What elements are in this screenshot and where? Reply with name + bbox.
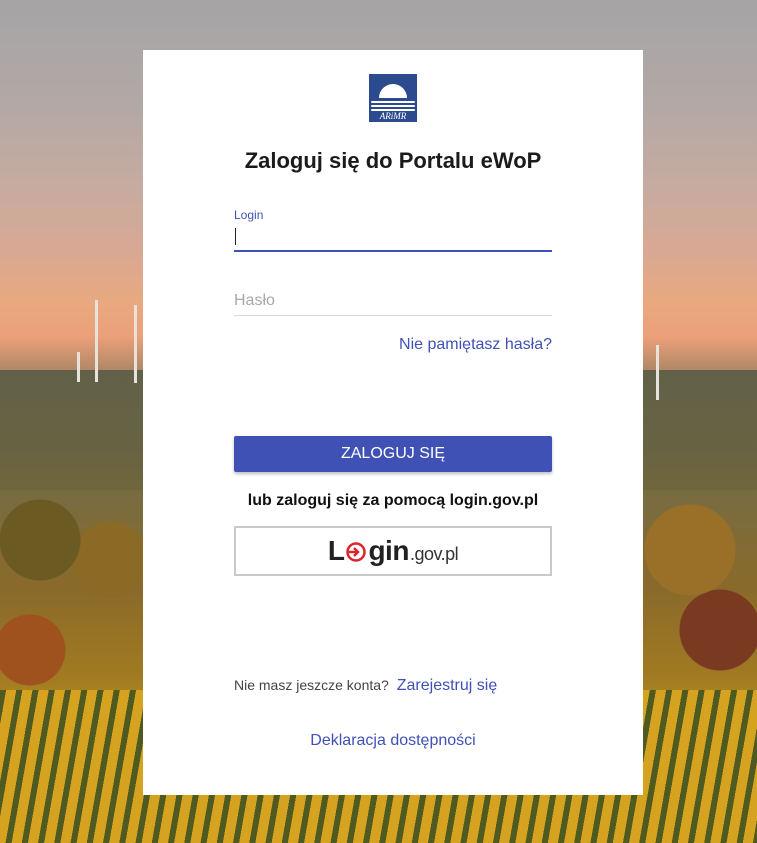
login-card: ARiMR Zaloguj się do Portalu eWoP Login … <box>143 50 643 795</box>
login-gov-prefix: L <box>327 535 345 566</box>
wind-turbine-4 <box>656 345 659 400</box>
register-prompt: Nie masz jeszcze konta? <box>234 677 389 693</box>
logo-text: ARiMR <box>379 111 407 121</box>
text-caret <box>235 228 236 245</box>
login-gov-logo: L gin .gov.pl <box>327 535 459 567</box>
login-gov-rest: gin <box>368 535 409 566</box>
login-button[interactable]: ZALOGUJ SIĘ <box>234 436 552 472</box>
wind-turbine-3 <box>77 352 80 382</box>
logo-wave <box>371 105 415 107</box>
login-input[interactable] <box>234 222 552 252</box>
login-arrow-icon <box>345 538 367 562</box>
page-title: Zaloguj się do Portalu eWoP <box>244 148 542 173</box>
login-gov-suffix: .gov.pl <box>409 544 459 564</box>
alternative-login-text: lub zaloguj się za pomocą login.gov.pl <box>247 492 539 509</box>
accessibility-declaration-link[interactable]: Deklaracja dostępności <box>143 732 643 750</box>
arimr-logo: ARiMR <box>369 74 417 122</box>
register-link[interactable]: Zarejestruj się <box>397 677 497 694</box>
login-label: Login <box>234 208 264 222</box>
wind-turbine-1 <box>95 300 98 382</box>
register-row: Nie masz jeszcze konta? Zarejestruj się <box>234 677 497 695</box>
login-gov-button[interactable]: L gin .gov.pl <box>234 526 552 576</box>
forgot-password-link[interactable]: Nie pamiętasz hasła? <box>234 336 552 354</box>
wind-turbine-2 <box>134 305 137 383</box>
password-input[interactable] <box>234 287 552 316</box>
logo-wave <box>371 101 415 103</box>
